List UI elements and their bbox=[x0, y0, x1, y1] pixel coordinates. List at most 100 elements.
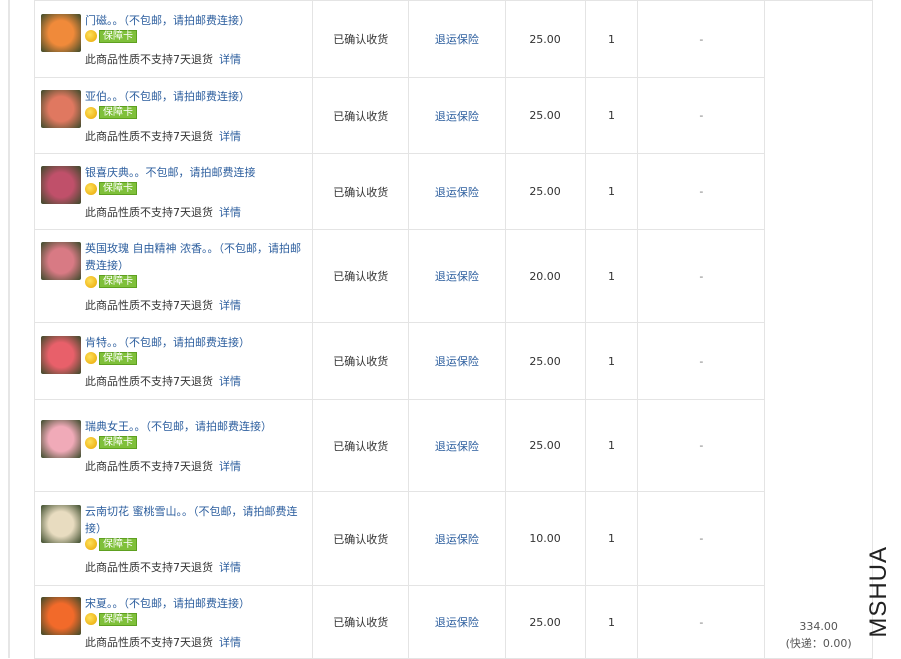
return-insurance-link[interactable]: 退运保险 bbox=[408, 322, 506, 400]
order-total-cell: 334.00 (快递：0.00) bbox=[764, 0, 873, 659]
discount-placeholder: - bbox=[637, 229, 766, 323]
quantity: 1 bbox=[584, 585, 639, 659]
detail-link[interactable]: 详情 bbox=[219, 53, 241, 66]
guarantee-icon bbox=[85, 436, 97, 449]
return-insurance-link[interactable]: 退运保险 bbox=[408, 229, 506, 323]
detail-link[interactable]: 详情 bbox=[219, 206, 241, 219]
discount-placeholder: - bbox=[637, 153, 766, 230]
table-row: 亚伯。。（不包邮，请拍邮费连接） 保障卡 此商品性质不支持7天退货 详情 已确认收… bbox=[33, 77, 873, 154]
left-border bbox=[8, 0, 10, 658]
order-total-amount: 334.00 bbox=[799, 620, 838, 633]
guarantee-icon bbox=[85, 352, 97, 365]
return-insurance-link[interactable]: 退运保险 bbox=[408, 399, 506, 492]
table-row: 门磁。。（不包邮，请拍邮费连接） 保障卡 此商品性质不支持7天退货 详情 已确认收… bbox=[33, 0, 873, 659]
discount-placeholder: - bbox=[637, 491, 766, 586]
guarantee-icon bbox=[85, 30, 97, 43]
guarantee-card-badge[interactable]: 保障卡 bbox=[85, 275, 137, 289]
order-items-table-wrap: 门磁。。（不包邮，请拍邮费连接） 保障卡 此商品性质不支持7天退货 详情 已确认收… bbox=[33, 0, 873, 659]
detail-link[interactable]: 详情 bbox=[219, 299, 241, 312]
guarantee-card-badge[interactable]: 保障卡 bbox=[85, 106, 137, 120]
return-policy-note: 此商品性质不支持7天退货 详情 bbox=[85, 561, 241, 575]
unit-price: 25.00 bbox=[504, 77, 586, 154]
quantity: 1 bbox=[584, 322, 639, 400]
product-cell: 肯特。。（不包邮，请拍邮费连接） 保障卡 此商品性质不支持7天退货 详情 bbox=[33, 322, 314, 400]
quantity: 1 bbox=[584, 0, 639, 78]
product-thumbnail[interactable] bbox=[41, 166, 81, 205]
guarantee-icon bbox=[85, 275, 97, 288]
return-insurance-link[interactable]: 退运保险 bbox=[408, 77, 506, 154]
guarantee-card-badge[interactable]: 保障卡 bbox=[85, 29, 137, 43]
guarantee-card-badge[interactable]: 保障卡 bbox=[85, 612, 137, 626]
product-thumbnail[interactable] bbox=[41, 90, 81, 129]
quantity: 1 bbox=[584, 399, 639, 492]
return-insurance-link[interactable]: 退运保险 bbox=[408, 153, 506, 230]
order-status: 已确认收货 bbox=[312, 322, 410, 400]
product-title-link[interactable]: 云南切花 蜜桃雪山。。（不包邮，请拍邮费连接） bbox=[85, 503, 308, 537]
order-status: 已确认收货 bbox=[312, 0, 410, 78]
order-status: 已确认收货 bbox=[312, 229, 410, 323]
unit-price: 25.00 bbox=[504, 153, 586, 230]
discount-placeholder: - bbox=[637, 0, 766, 78]
guarantee-icon bbox=[85, 613, 97, 626]
detail-link[interactable]: 详情 bbox=[219, 130, 241, 143]
quantity: 1 bbox=[584, 491, 639, 586]
product-cell: 云南切花 蜜桃雪山。。（不包邮，请拍邮费连接） 保障卡 此商品性质不支持7天退货… bbox=[33, 491, 314, 586]
detail-link[interactable]: 详情 bbox=[219, 636, 241, 649]
guarantee-card-badge[interactable]: 保障卡 bbox=[85, 436, 137, 450]
order-status: 已确认收货 bbox=[312, 585, 410, 659]
return-policy-note: 此商品性质不支持7天退货 详情 bbox=[85, 636, 241, 650]
return-insurance-link[interactable]: 退运保险 bbox=[408, 491, 506, 586]
unit-price: 25.00 bbox=[504, 585, 586, 659]
discount-placeholder: - bbox=[637, 585, 766, 659]
product-title-link[interactable]: 亚伯。。（不包邮，请拍邮费连接） bbox=[85, 88, 308, 105]
order-status: 已确认收货 bbox=[312, 77, 410, 154]
table-row: 瑞典女王。。（不包邮，请拍邮费连接） 保障卡 此商品性质不支持7天退货 详情 已确… bbox=[33, 399, 873, 492]
shipping-fee: (快递：0.00) bbox=[785, 637, 852, 650]
guarantee-icon bbox=[85, 106, 97, 119]
product-thumbnail[interactable] bbox=[41, 596, 81, 635]
guarantee-card-badge[interactable]: 保障卡 bbox=[85, 182, 137, 196]
order-status: 已确认收货 bbox=[312, 399, 410, 492]
quantity: 1 bbox=[584, 229, 639, 323]
product-thumbnail[interactable] bbox=[41, 242, 81, 281]
product-thumbnail[interactable] bbox=[41, 504, 81, 543]
return-insurance-link[interactable]: 退运保险 bbox=[408, 0, 506, 78]
detail-link[interactable]: 详情 bbox=[219, 460, 241, 473]
return-insurance-link[interactable]: 退运保险 bbox=[408, 585, 506, 659]
guarantee-icon bbox=[85, 182, 97, 195]
quantity: 1 bbox=[584, 153, 639, 230]
product-title-link[interactable]: 瑞典女王。。（不包邮，请拍邮费连接） bbox=[85, 418, 308, 435]
order-status: 已确认收货 bbox=[312, 491, 410, 586]
return-policy-note: 此商品性质不支持7天退货 详情 bbox=[85, 375, 241, 389]
table-row: 英国玫瑰 自由精神 浓香。。（不包邮，请拍邮费连接） 保障卡 此商品性质不支持7… bbox=[33, 229, 873, 323]
product-title-link[interactable]: 英国玫瑰 自由精神 浓香。。（不包邮，请拍邮费连接） bbox=[85, 240, 308, 274]
unit-price: 10.00 bbox=[504, 491, 586, 586]
detail-link[interactable]: 详情 bbox=[219, 375, 241, 388]
order-items-table: 门磁。。（不包邮，请拍邮费连接） 保障卡 此商品性质不支持7天退货 详情 已确认收… bbox=[33, 0, 873, 659]
product-title-link[interactable]: 银喜庆典。。不包邮，请拍邮费连接 bbox=[85, 164, 308, 181]
detail-link[interactable]: 详情 bbox=[219, 561, 241, 574]
guarantee-card-badge[interactable]: 保障卡 bbox=[85, 537, 137, 551]
product-cell: 银喜庆典。。不包邮，请拍邮费连接 保障卡 此商品性质不支持7天退货 详情 bbox=[33, 153, 314, 230]
product-title-link[interactable]: 宋夏。。（不包邮，请拍邮费连接） bbox=[85, 595, 308, 612]
product-title-link[interactable]: 门磁。。（不包邮，请拍邮费连接） bbox=[85, 12, 308, 29]
discount-placeholder: - bbox=[637, 399, 766, 492]
discount-placeholder: - bbox=[637, 322, 766, 400]
unit-price: 25.00 bbox=[504, 0, 586, 78]
product-thumbnail[interactable] bbox=[41, 335, 81, 374]
discount-placeholder: - bbox=[637, 77, 766, 154]
product-title-link[interactable]: 肯特。。（不包邮，请拍邮费连接） bbox=[85, 334, 308, 351]
quantity: 1 bbox=[584, 77, 639, 154]
return-policy-note: 此商品性质不支持7天退货 详情 bbox=[85, 205, 241, 219]
product-thumbnail[interactable] bbox=[41, 420, 81, 459]
unit-price: 25.00 bbox=[504, 322, 586, 400]
unit-price: 25.00 bbox=[504, 399, 586, 492]
product-cell: 英国玫瑰 自由精神 浓香。。（不包邮，请拍邮费连接） 保障卡 此商品性质不支持7… bbox=[33, 229, 314, 323]
table-row: 肯特。。（不包邮，请拍邮费连接） 保障卡 此商品性质不支持7天退货 详情 已确认收… bbox=[33, 322, 873, 400]
order-status: 已确认收货 bbox=[312, 153, 410, 230]
return-policy-note: 此商品性质不支持7天退货 详情 bbox=[85, 459, 241, 473]
product-thumbnail[interactable] bbox=[41, 13, 81, 52]
product-cell: 亚伯。。（不包邮，请拍邮费连接） 保障卡 此商品性质不支持7天退货 详情 bbox=[33, 77, 314, 154]
guarantee-card-badge[interactable]: 保障卡 bbox=[85, 351, 137, 365]
table-row: 宋夏。。（不包邮，请拍邮费连接） 保障卡 此商品性质不支持7天退货 详情 已确认收… bbox=[33, 585, 873, 659]
